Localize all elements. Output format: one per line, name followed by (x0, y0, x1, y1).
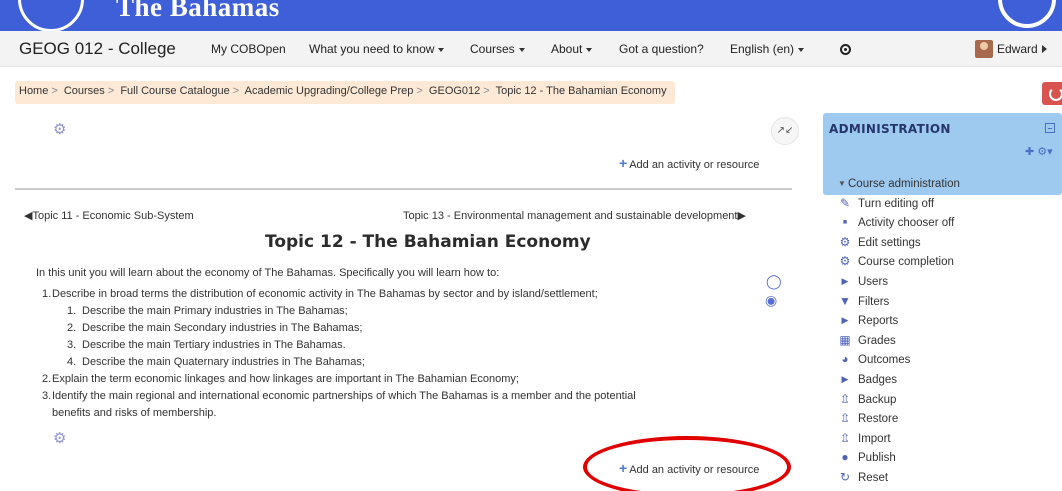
seal-logo-right (998, 0, 1056, 28)
section-summary: In this unit you will learn about the ec… (36, 267, 756, 422)
move-and-settings-icon[interactable]: ✚ ⚙▾ (1025, 145, 1053, 158)
refresh-icon: ↻ (839, 469, 851, 484)
nav-language[interactable]: English (en) (730, 42, 805, 56)
triangle-down-icon: ▼ (838, 179, 846, 188)
breadcrumb-courses[interactable]: Courses (64, 85, 105, 97)
plus-icon: + (619, 460, 628, 476)
user-name: Edward (997, 42, 1038, 56)
lightbulb-icon[interactable]: ◯ (766, 273, 782, 290)
triangle-right-icon: ▶ (841, 373, 849, 384)
collapse-icon[interactable] (1045, 123, 1055, 133)
breadcrumb-separator: > (416, 85, 423, 97)
top-navbar: GEOG 012 - College My COBOpen What you n… (0, 31, 1062, 67)
list-item: 1. Describe in broad terms the distributi… (42, 288, 598, 300)
nav-courses[interactable]: Courses (470, 42, 525, 56)
add-activity-button-bottom[interactable]: + Add an activity or resource (619, 460, 759, 476)
chevron-down-icon (518, 47, 525, 52)
avatar (975, 40, 993, 58)
upload-icon: ⇫ (839, 391, 851, 406)
eye-icon[interactable]: ◉ (765, 292, 777, 309)
triangle-right-icon: ▶ (737, 210, 746, 222)
breadcrumb-category[interactable]: Academic Upgrading/College Prep (245, 85, 414, 97)
course-brand-link[interactable]: GEOG 012 - College (19, 39, 176, 59)
triangle-right-icon: ▶ (841, 275, 849, 286)
breadcrumb-separator: > (232, 85, 240, 97)
org-name: The Bahamas (116, 0, 280, 22)
square-bullet-icon: ■ (842, 219, 848, 227)
gear-icon: ⚙ (839, 254, 851, 269)
chevron-right-icon (1041, 45, 1047, 53)
breadcrumb-separator: > (483, 85, 490, 97)
power-button[interactable] (1042, 82, 1062, 105)
prev-topic-link[interactable]: ◀Topic 11 - Economic Sub-System (24, 209, 194, 222)
list-item: 1. Describe the main Primary industries i… (67, 305, 348, 317)
globe-icon: ● (841, 450, 849, 465)
gear-icon[interactable]: ⚙ (53, 122, 67, 137)
pie-icon: ◕ (841, 352, 849, 367)
target-icon[interactable] (840, 44, 851, 55)
gear-icon[interactable]: ⚙ (53, 431, 67, 446)
pencil-icon: ✎ (839, 195, 851, 210)
section-divider (15, 188, 792, 190)
user-menu[interactable]: Edward (975, 39, 1047, 59)
gear-icon: ⚙ (839, 234, 851, 249)
add-activity-button-top[interactable]: + Add an activity or resource (619, 155, 759, 171)
nav-what-you-need-to-know[interactable]: What you need to know (309, 42, 445, 56)
objectives-list: 1. Describe in broad terms the distributi… (36, 286, 756, 422)
plus-icon: + (619, 155, 628, 171)
breadcrumb: Home > Courses > Full Course Catalogue > Ac… (15, 81, 675, 104)
list-item: 2. Explain the term economic linkages and… (42, 373, 519, 385)
triangle-right-icon: ▶ (841, 315, 849, 326)
list-item: 4. Describe the main Quaternary industrie… (67, 356, 365, 368)
breadcrumb-full-catalogue[interactable]: Full Course Catalogue (120, 85, 229, 97)
upload-icon: ⇫ (839, 430, 851, 445)
nav-about[interactable]: About (551, 42, 593, 56)
list-item: 2. Describe the main Secondary industries… (67, 322, 363, 334)
list-item: 3. Describe the main Tertiary industries … (67, 339, 346, 351)
nav-my-cobopen[interactable]: My COBOpen (211, 42, 286, 56)
upload-icon: ⇫ (839, 411, 851, 426)
breadcrumb-course[interactable]: GEOG012 (429, 85, 480, 97)
table-icon: ▦ (839, 332, 851, 347)
chevron-down-icon (798, 47, 805, 52)
breadcrumb-current: Topic 12 - The Bahamian Economy (495, 85, 667, 97)
list-item: 3. Identify the main regional and interna… (42, 390, 636, 402)
site-banner: The Bahamas (0, 0, 1062, 31)
breadcrumb-home[interactable]: Home (19, 85, 48, 97)
seal-logo-left (18, 0, 84, 31)
breadcrumb-separator: > (107, 85, 115, 97)
chevron-down-icon (586, 47, 593, 52)
chevron-down-icon (438, 47, 445, 52)
list-item: benefits and risks of membership. (52, 407, 217, 419)
expand-icon[interactable]: ↗↙ (771, 117, 799, 145)
next-topic-link[interactable]: Topic 13 - Environmental management and … (403, 209, 746, 222)
summary-intro: In this unit you will learn about the ec… (36, 267, 500, 279)
nav-got-a-question[interactable]: Got a question? (619, 42, 704, 56)
filter-icon: ▼ (839, 293, 851, 308)
section-title: Topic 12 - The Bahamian Economy (265, 232, 591, 252)
administration-title: ADMINISTRATION (829, 122, 951, 136)
breadcrumb-separator: > (51, 85, 58, 97)
